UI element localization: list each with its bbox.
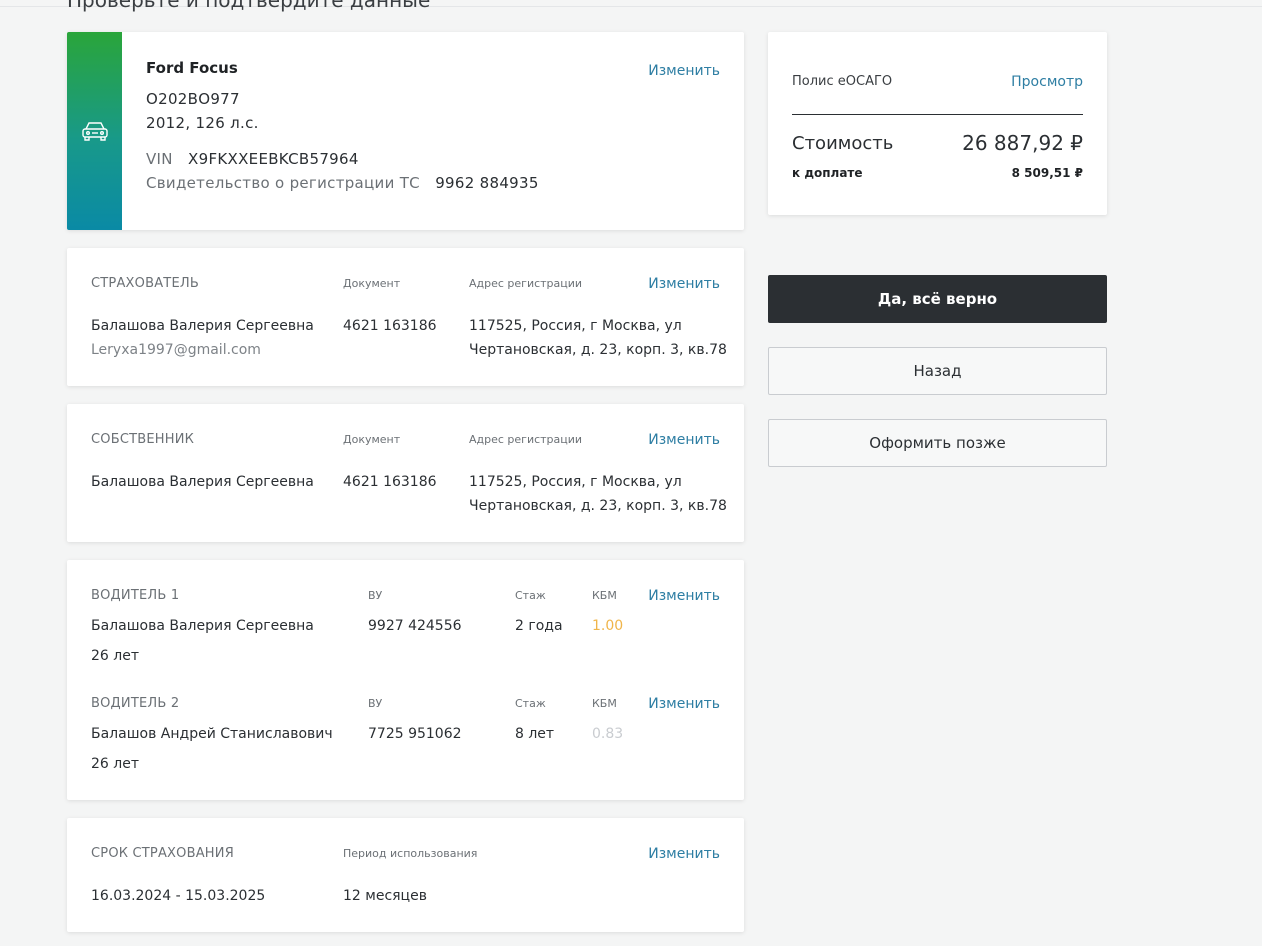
owner-name: Балашова Валерия Сергеевна — [91, 474, 314, 490]
confirm-button[interactable]: Да, всё верно — [768, 275, 1107, 323]
driver-2-caption: ВОДИТЕЛЬ 2 — [91, 696, 180, 711]
owner-edit-link[interactable]: Изменить — [648, 432, 720, 448]
policy-divider — [792, 114, 1083, 115]
driver-1-kbm: 1.00 — [592, 618, 624, 634]
vehicle-strip — [67, 32, 122, 230]
cert-label: Свидетельство о регистрации ТС — [146, 174, 420, 192]
cost-value: 26 887,92 ₽ — [962, 131, 1083, 155]
driver-1-license: 9927 424556 — [368, 618, 462, 634]
car-icon — [81, 122, 108, 141]
vin-label: VIN — [146, 150, 173, 168]
pay-value: 8 509,51 ₽ — [1011, 166, 1083, 180]
insurer-addr-label: Адрес регистрации — [469, 277, 583, 290]
policy-label: Полис еОСАГО — [792, 74, 893, 89]
term-edit-link[interactable]: Изменить — [648, 846, 720, 862]
term-period: 12 месяцев — [343, 888, 427, 904]
driver-2-exp-label: Стаж — [515, 697, 546, 710]
drivers-card: ВОДИТЕЛЬ 1 ВУ Стаж КБМ Изменить Балашова… — [67, 560, 744, 800]
insurer-name: Балашова Валерия Сергеевна — [91, 318, 314, 334]
driver-2-kbm: 0.83 — [592, 726, 624, 742]
owner-addr-line2: Чертановская, д. 23, корп. 3, кв.78 — [469, 498, 727, 514]
term-caption: СРОК СТРАХОВАНИЯ — [91, 846, 234, 861]
driver-2-license: 7725 951062 — [368, 726, 462, 742]
insurer-caption: СТРАХОВАТЕЛЬ — [91, 276, 199, 291]
driver-1-kbm-label: КБМ — [592, 589, 617, 602]
vehicle-model: Ford Focus — [146, 59, 238, 77]
later-button[interactable]: Оформить позже — [768, 419, 1107, 467]
driver-1-name: Балашова Валерия Сергеевна — [91, 618, 314, 634]
driver-2-edit-link[interactable]: Изменить — [648, 696, 720, 712]
term-card: СРОК СТРАХОВАНИЯ Период использования Из… — [67, 818, 744, 932]
term-dates: 16.03.2024 - 15.03.2025 — [91, 888, 266, 904]
driver-1-exp-label: Стаж — [515, 589, 546, 602]
vehicle-plate: О202ВО977 — [146, 90, 240, 108]
driver-1-edit-link[interactable]: Изменить — [648, 588, 720, 604]
pay-label: к доплате — [792, 166, 863, 180]
vehicle-edit-link[interactable]: Изменить — [648, 63, 720, 79]
page-title: Проверьте и подтвердите данные — [67, 0, 431, 12]
insurer-doc-label: Документ — [343, 277, 401, 290]
owner-addr-label: Адрес регистрации — [469, 433, 583, 446]
vehicle-cert-row: Свидетельство о регистрации ТС 9962 8849… — [146, 174, 539, 192]
term-period-label: Период использования — [343, 847, 478, 860]
insurer-email: Leryxa1997@gmail.com — [91, 342, 261, 358]
owner-addr-line1: 117525, Россия, г Москва, ул — [469, 474, 682, 490]
owner-doc-label: Документ — [343, 433, 401, 446]
insurer-addr-line1: 117525, Россия, г Москва, ул — [469, 318, 682, 334]
vin-value: X9FKXXEEBKCB57964 — [188, 150, 359, 168]
insurer-addr-line2: Чертановская, д. 23, корп. 3, кв.78 — [469, 342, 727, 358]
driver-2-age: 26 лет — [91, 756, 139, 772]
insurer-doc: 4621 163186 — [343, 318, 437, 334]
driver-2-license-label: ВУ — [368, 697, 383, 710]
owner-caption: СОБСТВЕННИК — [91, 432, 195, 447]
driver-2-experience: 8 лет — [515, 726, 555, 742]
driver-1-experience: 2 года — [515, 618, 563, 634]
driver-1-caption: ВОДИТЕЛЬ 1 — [91, 588, 180, 603]
cert-value: 9962 884935 — [435, 174, 539, 192]
owner-doc: 4621 163186 — [343, 474, 437, 490]
insurer-edit-link[interactable]: Изменить — [648, 276, 720, 292]
driver-2-kbm-label: КБМ — [592, 697, 617, 710]
vehicle-vin-row: VIN X9FKXXEEBKCB57964 — [146, 150, 359, 168]
driver-1-license-label: ВУ — [368, 589, 383, 602]
policy-summary-card: Полис еОСАГО Просмотр Стоимость 26 887,9… — [768, 32, 1107, 215]
insurer-card: СТРАХОВАТЕЛЬ Документ Адрес регистрации … — [67, 248, 744, 386]
owner-card: СОБСТВЕННИК Документ Адрес регистрации И… — [67, 404, 744, 542]
policy-view-link[interactable]: Просмотр — [1011, 74, 1083, 90]
cost-label: Стоимость — [792, 133, 894, 154]
back-button[interactable]: Назад — [768, 347, 1107, 395]
vehicle-year-power: 2012, 126 л.с. — [146, 114, 259, 132]
driver-1-age: 26 лет — [91, 648, 139, 664]
driver-2-name: Балашов Андрей Станиславович — [91, 726, 333, 742]
vehicle-card: Ford Focus О202ВО977 2012, 126 л.с. VIN … — [67, 32, 744, 230]
